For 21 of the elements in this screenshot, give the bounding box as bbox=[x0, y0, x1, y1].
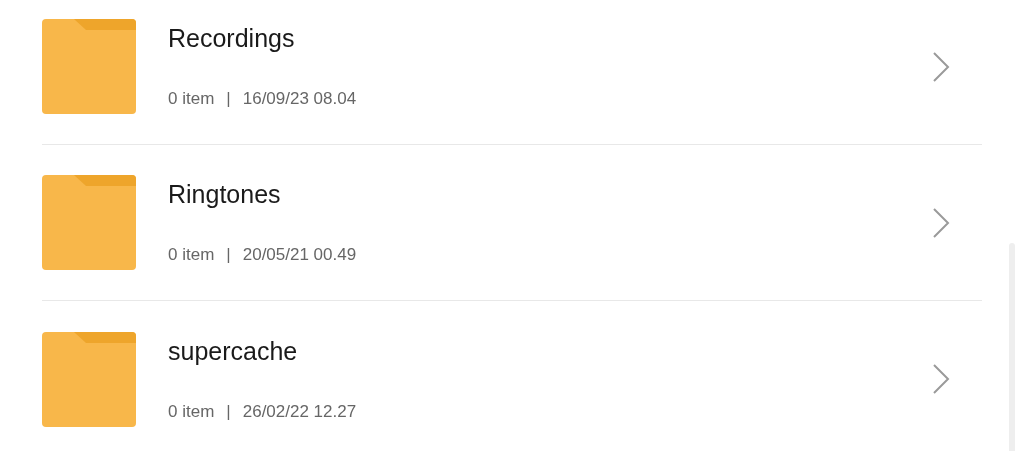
item-count: 0 item bbox=[168, 245, 215, 265]
item-count: 0 item bbox=[168, 401, 215, 422]
folder-row[interactable]: supercache 0 item | 26/02/22 12.27 bbox=[42, 301, 982, 451]
separator: | bbox=[226, 401, 231, 422]
folder-name: Recordings bbox=[168, 24, 295, 53]
modified-date: 26/02/22 12.27 bbox=[242, 401, 357, 422]
chevron-right-icon bbox=[932, 50, 950, 83]
folder-icon bbox=[42, 175, 136, 270]
folder-name: supercache bbox=[168, 336, 298, 366]
folder-icon bbox=[42, 331, 136, 427]
modified-date: 20/05/21 00.49 bbox=[242, 245, 357, 265]
folder-name: Ringtones bbox=[168, 180, 281, 209]
modified-date: 16/09/23 08.04 bbox=[242, 89, 357, 109]
item-count: 0 item bbox=[168, 89, 215, 109]
chevron-right-icon bbox=[932, 206, 950, 239]
folder-row[interactable]: Ringtones 0 item | 20/05/21 00.49 bbox=[42, 145, 982, 301]
separator: | bbox=[226, 89, 231, 109]
folder-row[interactable]: Recordings 0 item | 16/09/23 08.04 bbox=[42, 0, 982, 145]
chevron-right-icon bbox=[932, 363, 950, 395]
folder-icon bbox=[42, 19, 136, 114]
separator: | bbox=[226, 245, 231, 265]
